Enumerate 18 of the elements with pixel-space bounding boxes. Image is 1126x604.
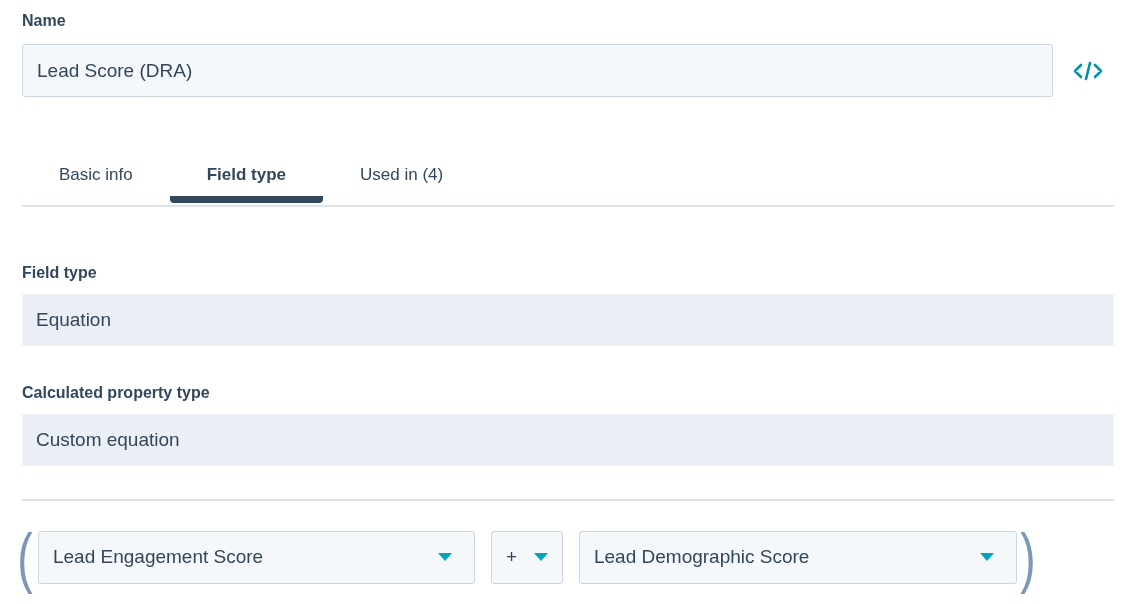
field-type-value: Equation [22, 294, 1114, 346]
close-parenthesis: ) [1020, 521, 1036, 593]
tab[interactable]: Basic info [22, 153, 170, 203]
field-label: Field type [22, 263, 98, 283]
open-parenthesis: ( [17, 521, 33, 593]
operator-dropdown[interactable]: + [491, 530, 563, 584]
caret-icon [980, 553, 994, 561]
operand-dropdown[interactable]: Lead Engagement Score [38, 530, 475, 584]
code-icon[interactable] [1073, 59, 1103, 82]
tab[interactable]: Field type [169, 153, 324, 203]
tab[interactable]: Used in (4) [323, 153, 481, 203]
caret-icon [534, 553, 548, 561]
field-label: Name [22, 11, 67, 31]
field-label: Calculated property type [22, 383, 211, 403]
operand-dropdown[interactable]: Lead Demographic Score [579, 530, 1017, 584]
property-type-value: Custom equation [22, 414, 1114, 466]
caret-icon [438, 553, 452, 561]
name-input-field[interactable]: Lead Score (DRA) [22, 44, 1053, 97]
